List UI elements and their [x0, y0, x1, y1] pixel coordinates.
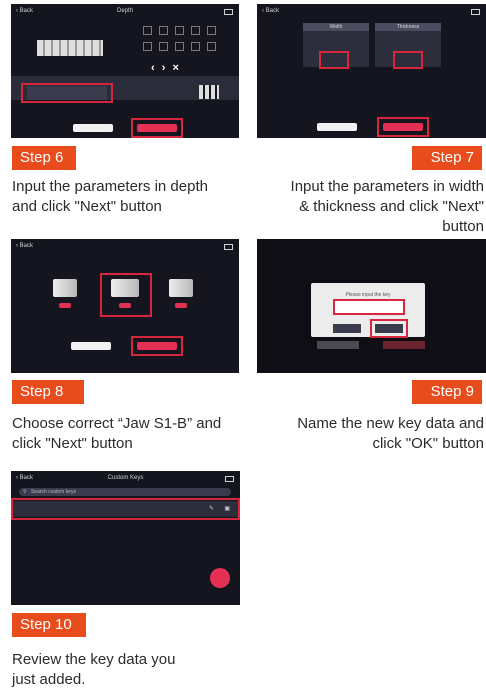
step7-screenshot: ‹ Back Width Thickness	[257, 4, 486, 138]
battery-icon	[471, 9, 480, 15]
battery-icon	[225, 476, 234, 482]
back-step-button[interactable]	[73, 124, 113, 132]
key-name-input[interactable]	[333, 299, 405, 315]
thickness-input[interactable]	[393, 51, 423, 69]
highlight-jaw-s1b	[100, 273, 152, 317]
back-step-button[interactable]	[317, 123, 357, 131]
keypad	[143, 26, 231, 60]
step10-screenshot: ‹ Back Custom Keys ⚲ Search custom keys …	[11, 471, 240, 605]
battery-icon	[224, 9, 233, 15]
screen-title: Depth	[116, 8, 133, 14]
step7-caption: Input the parameters in width & thicknes…	[290, 178, 484, 235]
jaw-icon	[53, 279, 77, 297]
step10-caption: Review the key data you just added.	[12, 651, 176, 688]
highlight-next-button	[131, 118, 183, 138]
back-step-button[interactable]	[71, 342, 111, 350]
back-button[interactable]: ‹ Back	[16, 243, 33, 249]
search-bar[interactable]: ⚲ Search custom keys	[19, 488, 231, 496]
keypad-nav[interactable]: ‹ › ×	[151, 62, 181, 74]
step6-screenshot: ‹ Back Depth ‹ › ×	[11, 4, 239, 138]
highlight-next-button	[377, 117, 429, 137]
add-key-fab[interactable]	[210, 568, 230, 588]
step9-screenshot: Please input the key	[257, 239, 486, 373]
step8-caption: Choose correct “Jaw S1-B” and click "Nex…	[12, 415, 222, 452]
key-profile-image	[37, 40, 103, 56]
step9-label: Step 9	[412, 380, 482, 404]
cancel-button[interactable]	[333, 324, 361, 333]
step8-screenshot: ‹ Back	[11, 239, 239, 373]
step6-caption: Input the parameters in depth and click …	[12, 178, 208, 215]
depth-preview	[199, 85, 219, 99]
jaw-icon	[169, 279, 193, 297]
highlight-key-data-row	[11, 498, 240, 520]
jaw-option-c[interactable]	[167, 279, 195, 311]
width-input[interactable]	[319, 51, 349, 69]
highlight-next-button	[131, 336, 183, 356]
step9-caption: Name the new key data and click "OK" but…	[297, 415, 484, 452]
dialog-prompt: Please input the key	[345, 292, 391, 298]
highlight-ok-button	[370, 319, 408, 338]
back-button[interactable]: ‹ Back	[262, 8, 279, 14]
jaw-option-a[interactable]	[51, 279, 79, 311]
step6-label: Step 6	[12, 146, 76, 170]
step8-label: Step 8	[12, 380, 84, 404]
screen-title: Custom Keys	[107, 475, 144, 481]
battery-icon	[224, 244, 233, 250]
search-icon: ⚲	[23, 489, 27, 495]
highlight-depth-input	[21, 83, 113, 103]
step10-label: Step 10	[12, 613, 86, 637]
step7-label: Step 7	[412, 146, 482, 170]
